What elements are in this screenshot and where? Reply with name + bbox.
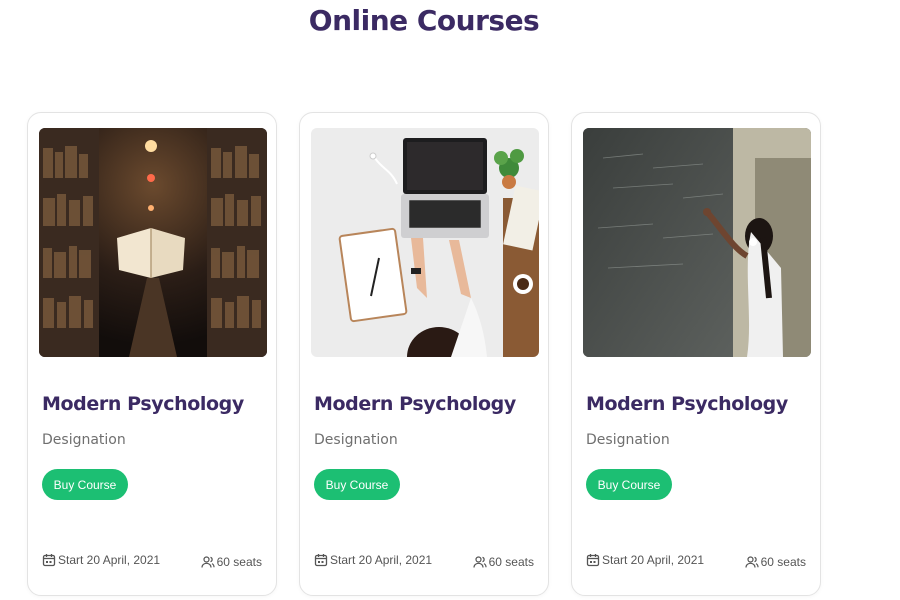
start-date: Start 20 April, 2021 bbox=[42, 553, 160, 567]
library-books-photo bbox=[39, 128, 267, 357]
users-icon bbox=[745, 555, 759, 569]
seats-label: 60 seats bbox=[216, 555, 262, 569]
calendar-icon bbox=[42, 553, 56, 567]
start-date-label: Start 20 April, 2021 bbox=[330, 553, 433, 567]
chalkboard-student-photo bbox=[583, 128, 811, 357]
buy-course-button[interactable]: Buy Course bbox=[42, 469, 128, 500]
start-date-label: Start 20 April, 2021 bbox=[58, 553, 161, 567]
course-image[interactable] bbox=[311, 128, 539, 357]
seats-count: 60 seats bbox=[201, 555, 262, 569]
course-card: Modern Psychology Designation Buy Course… bbox=[299, 112, 549, 596]
course-designation: Designation bbox=[42, 432, 126, 448]
seats-label: 60 seats bbox=[488, 555, 534, 569]
course-designation: Designation bbox=[314, 432, 398, 448]
course-designation: Designation bbox=[586, 432, 670, 448]
page-title: Online Courses bbox=[308, 4, 540, 37]
calendar-icon bbox=[314, 553, 328, 567]
course-image[interactable] bbox=[39, 128, 267, 357]
course-title[interactable]: Modern Psychology bbox=[42, 393, 244, 415]
seats-count: 60 seats bbox=[745, 555, 806, 569]
laptop-desk-photo bbox=[311, 128, 539, 357]
start-date: Start 20 April, 2021 bbox=[314, 553, 432, 567]
start-date-label: Start 20 April, 2021 bbox=[602, 553, 705, 567]
seats-count: 60 seats bbox=[473, 555, 534, 569]
seats-label: 60 seats bbox=[760, 555, 806, 569]
start-date: Start 20 April, 2021 bbox=[586, 553, 704, 567]
course-image[interactable] bbox=[583, 128, 811, 357]
course-title[interactable]: Modern Psychology bbox=[586, 393, 788, 415]
buy-course-button[interactable]: Buy Course bbox=[586, 469, 672, 500]
course-card: Modern Psychology Designation Buy Course… bbox=[27, 112, 277, 596]
buy-course-button[interactable]: Buy Course bbox=[314, 469, 400, 500]
users-icon bbox=[201, 555, 215, 569]
course-card: Modern Psychology Designation Buy Course… bbox=[571, 112, 821, 596]
users-icon bbox=[473, 555, 487, 569]
course-title[interactable]: Modern Psychology bbox=[314, 393, 516, 415]
calendar-icon bbox=[586, 553, 600, 567]
